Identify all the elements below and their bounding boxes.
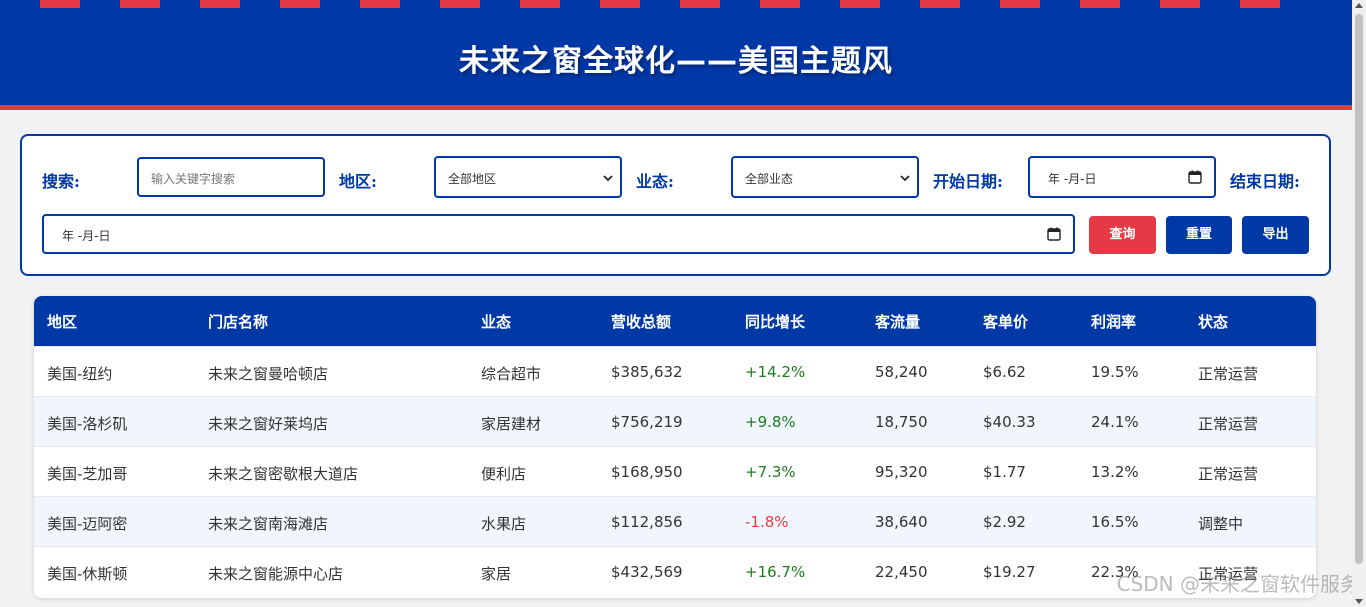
start-date-label: 开始日期: <box>933 172 1003 191</box>
cell-yoy-growth: +9.8% <box>745 413 796 431</box>
cell-yoy-growth: +16.7% <box>745 563 806 581</box>
region-select[interactable]: 全部地区 <box>434 156 622 198</box>
table-row[interactable]: 美国-芝加哥 未来之窗密歇根大道店 便利店 $168,950 +7.3% 95,… <box>34 446 1316 496</box>
search-placeholder: 输入关键字搜索 <box>151 172 236 186</box>
cell-avg-ticket: $40.33 <box>983 413 1036 431</box>
table-row[interactable]: 美国-洛杉矶 未来之窗好莱坞店 家居建材 $756,219 +9.8% 18,7… <box>34 396 1316 446</box>
cell-region: 美国-休斯顿 <box>47 565 128 583</box>
header-stripes <box>0 0 1352 8</box>
filter-panel: 搜索: 输入关键字搜索 地区: 全部地区 业态: 全部业态 开始日期: 年 -月… <box>20 134 1331 276</box>
column-header-region: 地区 <box>47 313 78 331</box>
cell-avg-ticket: $1.77 <box>983 463 1026 481</box>
cell-business-type: 便利店 <box>481 465 527 483</box>
cell-business-type: 综合超市 <box>481 365 542 383</box>
search-label: 搜索: <box>42 172 80 191</box>
region-label: 地区: <box>339 172 377 191</box>
cell-region: 美国-迈阿密 <box>47 515 128 533</box>
end-date-label: 结束日期: <box>1230 172 1300 191</box>
chevron-down-icon <box>603 175 613 182</box>
scrollbar-thumb[interactable] <box>1355 14 1363 564</box>
query-button[interactable]: 查询 <box>1089 216 1156 254</box>
cell-revenue: $168,950 <box>611 463 683 481</box>
cell-revenue: $756,219 <box>611 413 683 431</box>
start-date-value: 年 -月-日 <box>1048 172 1097 186</box>
end-date-input[interactable]: 年 -月-日 <box>42 214 1075 254</box>
cell-region: 美国-洛杉矶 <box>47 415 128 433</box>
cell-profit-margin: 13.2% <box>1091 463 1139 481</box>
watermark: CSDN @未来之窗软件服务 <box>1116 572 1360 596</box>
reset-button[interactable]: 重置 <box>1166 216 1232 254</box>
cell-business-type: 家居建材 <box>481 415 542 433</box>
column-header-avg-ticket: 客单价 <box>983 313 1029 331</box>
table-row[interactable]: 美国-迈阿密 未来之窗南海滩店 水果店 $112,856 -1.8% 38,64… <box>34 496 1316 546</box>
table-row[interactable]: 美国-纽约 未来之窗曼哈顿店 综合超市 $385,632 +14.2% 58,2… <box>34 346 1316 396</box>
cell-store-name: 未来之窗曼哈顿店 <box>208 365 329 383</box>
cell-traffic: 22,450 <box>875 563 928 581</box>
cell-store-name: 未来之窗能源中心店 <box>208 565 344 583</box>
cell-traffic: 18,750 <box>875 413 928 431</box>
cell-traffic: 95,320 <box>875 463 928 481</box>
column-header-store-name: 门店名称 <box>208 313 269 331</box>
end-date-value: 年 -月-日 <box>62 229 111 243</box>
search-input[interactable]: 输入关键字搜索 <box>137 157 325 197</box>
business-select[interactable]: 全部业态 <box>731 156 919 198</box>
cell-status: 调整中 <box>1198 515 1244 533</box>
business-label: 业态: <box>636 172 674 191</box>
cell-profit-margin: 19.5% <box>1091 363 1139 381</box>
cell-avg-ticket: $6.62 <box>983 363 1026 381</box>
page-header: 未来之窗全球化——美国主题风 <box>0 0 1352 110</box>
scroll-down-arrow-icon[interactable] <box>1355 599 1363 604</box>
cell-status: 正常运营 <box>1198 465 1259 483</box>
export-button[interactable]: 导出 <box>1242 216 1309 254</box>
column-header-yoy-growth: 同比增长 <box>745 313 806 331</box>
cell-region: 美国-芝加哥 <box>47 465 128 483</box>
cell-profit-margin: 24.1% <box>1091 413 1139 431</box>
cell-revenue: $112,856 <box>611 513 683 531</box>
cell-yoy-growth: -1.8% <box>745 513 789 531</box>
cell-avg-ticket: $19.27 <box>983 563 1036 581</box>
cell-store-name: 未来之窗南海滩店 <box>208 515 329 533</box>
cell-region: 美国-纽约 <box>47 365 113 383</box>
cell-yoy-growth: +7.3% <box>745 463 796 481</box>
calendar-icon[interactable] <box>1188 170 1202 184</box>
cell-avg-ticket: $2.92 <box>983 513 1026 531</box>
cell-status: 正常运营 <box>1198 365 1259 383</box>
table-header: 地区 门店名称 业态 营收总额 同比增长 客流量 客单价 利润率 状态 <box>34 296 1316 346</box>
cell-business-type: 家居 <box>481 565 512 583</box>
cell-traffic: 58,240 <box>875 363 928 381</box>
cell-business-type: 水果店 <box>481 515 527 533</box>
cell-status: 正常运营 <box>1198 415 1259 433</box>
column-header-traffic: 客流量 <box>875 313 921 331</box>
chevron-down-icon <box>900 175 910 182</box>
start-date-input[interactable]: 年 -月-日 <box>1028 156 1216 198</box>
cell-yoy-growth: +14.2% <box>745 363 806 381</box>
cell-store-name: 未来之窗好莱坞店 <box>208 415 329 433</box>
column-header-revenue: 营收总额 <box>611 313 672 331</box>
cell-store-name: 未来之窗密歇根大道店 <box>208 465 359 483</box>
region-selected-value: 全部地区 <box>448 172 497 186</box>
calendar-icon[interactable] <box>1047 227 1061 241</box>
store-table: 地区 门店名称 业态 营收总额 同比增长 客流量 客单价 利润率 状态 美国-纽… <box>34 296 1316 598</box>
cell-revenue: $432,569 <box>611 563 683 581</box>
column-header-status: 状态 <box>1198 313 1229 331</box>
cell-traffic: 38,640 <box>875 513 928 531</box>
cell-revenue: $385,632 <box>611 363 683 381</box>
scroll-up-arrow-icon[interactable] <box>1355 3 1363 8</box>
column-header-business-type: 业态 <box>481 313 512 331</box>
page-scrollbar[interactable] <box>1352 0 1366 607</box>
cell-profit-margin: 16.5% <box>1091 513 1139 531</box>
column-header-profit-margin: 利润率 <box>1091 313 1137 331</box>
business-selected-value: 全部业态 <box>745 172 794 186</box>
page-title: 未来之窗全球化——美国主题风 <box>459 44 893 79</box>
